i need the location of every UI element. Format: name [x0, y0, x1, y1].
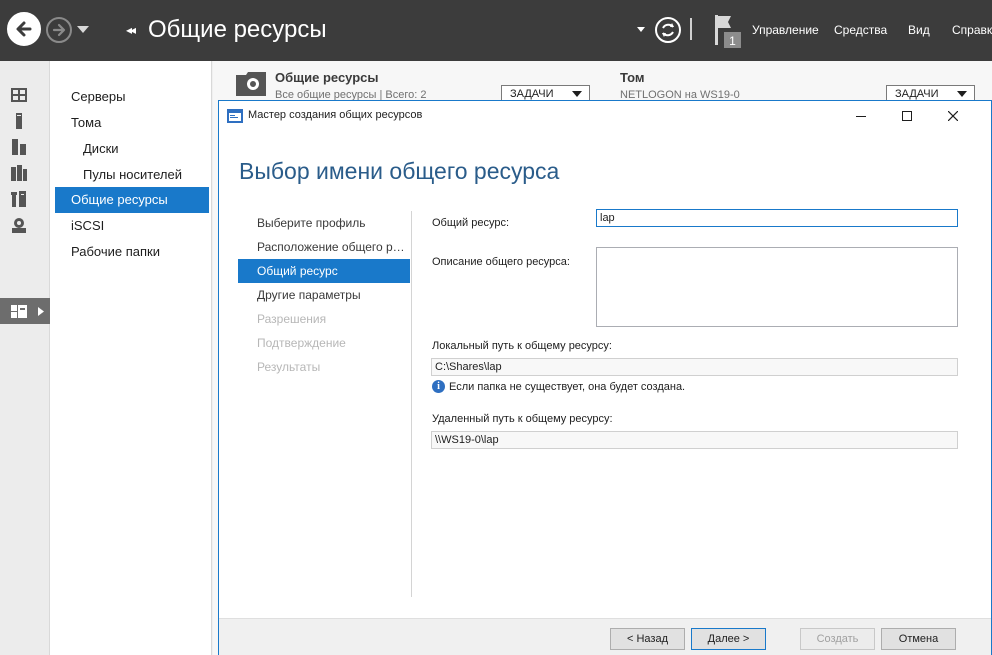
menu-tools[interactable]: Средства: [834, 23, 887, 37]
refresh-icon[interactable]: [655, 17, 681, 43]
volume-tile-title: Том: [620, 70, 645, 85]
new-share-wizard-dialog: Мастер создания общих ресурсов Выбор име…: [218, 100, 992, 655]
minimize-button[interactable]: [838, 101, 884, 131]
toolbar-separator: [690, 18, 692, 40]
nav-item-shares[interactable]: Общие ресурсы: [55, 187, 209, 213]
wizard-footer: < Назад Далее > Создать Отмена: [219, 618, 991, 655]
nav-item-work-folders[interactable]: Рабочие папки: [55, 239, 209, 265]
step-other-settings[interactable]: Другие параметры: [238, 283, 410, 307]
create-button: Создать: [800, 628, 875, 650]
chevron-down-icon: [957, 91, 967, 97]
share-name-label: Общий ресурс:: [432, 217, 510, 229]
server-manager-header: ◂◂ Общие ресурсы 1 Управление Средства В…: [0, 0, 992, 61]
minimize-icon: [856, 116, 866, 117]
dashboard-icon[interactable]: [11, 87, 27, 103]
folder-create-info-text: Если папка не существует, она будет созд…: [449, 381, 686, 393]
share-description-textarea[interactable]: [596, 247, 958, 327]
nav-item-volumes[interactable]: Тома: [55, 110, 209, 136]
tasks-label: ЗАДАЧИ: [895, 88, 939, 100]
share-name-input[interactable]: [596, 209, 958, 227]
step-permissions: Разрешения: [257, 312, 327, 326]
chevron-down-icon: [572, 91, 582, 97]
all-servers-icon[interactable]: [11, 139, 27, 155]
dialog-titlebar[interactable]: Мастер создания общих ресурсов: [219, 101, 991, 131]
file-services-icon[interactable]: [11, 165, 27, 181]
nav-item-iscsi[interactable]: iSCSI: [55, 213, 209, 239]
step-share-name[interactable]: Общий ресурс: [238, 259, 410, 283]
info-icon: i: [432, 380, 445, 393]
shares-folder-icon: [236, 72, 266, 96]
share-description-label: Описание общего ресурса:: [432, 256, 570, 268]
local-server-icon[interactable]: [11, 113, 27, 129]
remote-path-field[interactable]: [431, 431, 958, 449]
local-path-label: Локальный путь к общему ресурсу:: [432, 340, 612, 352]
local-path-field[interactable]: [431, 358, 958, 376]
tasks-label: ЗАДАЧИ: [510, 88, 554, 100]
next-step-button[interactable]: Далее >: [691, 628, 766, 650]
nav-item-disks[interactable]: Диски: [55, 136, 209, 162]
notification-count: 1: [729, 34, 736, 48]
arrow-right-icon: [52, 23, 66, 37]
step-confirmation: Подтверждение: [257, 336, 346, 350]
step-share-location[interactable]: Расположение общего ресурса: [238, 235, 410, 259]
page-title: Общие ресурсы: [148, 16, 327, 43]
maximize-icon: [902, 111, 912, 121]
strip-item-shares-selected[interactable]: [0, 298, 50, 324]
shares-tile-title: Общие ресурсы: [275, 70, 379, 85]
step-select-profile[interactable]: Выберите профиль: [238, 211, 410, 235]
cancel-button[interactable]: Отмена: [881, 628, 956, 650]
shares-icon: [11, 305, 27, 318]
chevron-down-icon[interactable]: [637, 27, 645, 32]
tools-icon[interactable]: [11, 191, 27, 207]
chevron-right-icon: [38, 307, 44, 316]
close-button[interactable]: [930, 101, 976, 131]
wizard-icon: [227, 109, 243, 123]
arrow-left-icon: [16, 21, 32, 37]
steps-divider: [411, 211, 412, 597]
navigation-tree: Серверы Тома Диски Пулы носителей Общие …: [50, 61, 212, 655]
step-results: Результаты: [257, 360, 321, 374]
menu-manage[interactable]: Управление: [752, 23, 819, 37]
nav-item-storage-pools[interactable]: Пулы носителей: [55, 162, 209, 188]
back-button[interactable]: [7, 12, 41, 46]
history-dropdown-icon[interactable]: [77, 26, 89, 33]
menu-help[interactable]: Справка: [952, 23, 992, 37]
storage-icon[interactable]: [11, 217, 27, 233]
close-icon: [948, 111, 958, 121]
dialog-title: Мастер создания общих ресурсов: [248, 109, 423, 121]
breadcrumb-chevrons[interactable]: ◂◂: [126, 23, 136, 37]
menu-view[interactable]: Вид: [908, 23, 930, 37]
remote-path-label: Удаленный путь к общему ресурсу:: [432, 413, 613, 425]
maximize-button[interactable]: [884, 101, 930, 131]
wizard-page-heading: Выбор имени общего ресурса: [239, 158, 560, 184]
icon-strip: [0, 61, 50, 655]
back-step-button[interactable]: < Назад: [610, 628, 685, 650]
forward-button[interactable]: [46, 17, 72, 43]
nav-item-servers[interactable]: Серверы: [55, 84, 209, 110]
notifications-flag-icon[interactable]: 1: [711, 13, 743, 49]
